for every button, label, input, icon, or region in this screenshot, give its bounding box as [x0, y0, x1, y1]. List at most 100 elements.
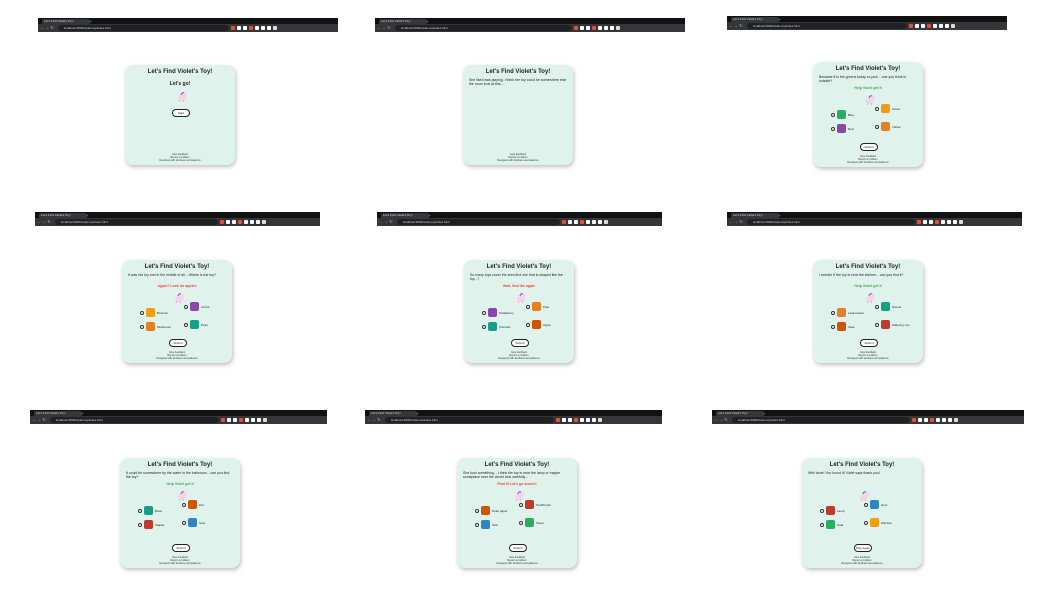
extension-icon[interactable]: [233, 418, 238, 422]
footer-link[interactable]: Designed with kindness and patience: [463, 159, 573, 162]
start-button[interactable]: Start: [172, 109, 190, 117]
extension-icon[interactable]: [951, 24, 955, 28]
submit-button[interactable]: Submit: [860, 143, 878, 151]
back-icon[interactable]: ←: [37, 219, 41, 225]
extension-icon[interactable]: [267, 26, 271, 30]
back-icon[interactable]: ←: [40, 25, 44, 31]
footer-link[interactable]: Designed with kindness and patience: [457, 562, 577, 565]
extension-icon[interactable]: [245, 418, 250, 422]
extension-icon[interactable]: [923, 418, 928, 422]
answer-radio[interactable]: [519, 502, 523, 507]
reload-icon[interactable]: ↻: [50, 25, 54, 31]
footer-link[interactable]: Designed with kindness and patience: [813, 357, 923, 360]
extension-icon[interactable]: [237, 220, 242, 224]
answer-option[interactable]: Red: [831, 124, 854, 133]
back-icon[interactable]: ←: [729, 23, 733, 29]
answer-radio[interactable]: [875, 322, 879, 327]
forward-icon[interactable]: →: [372, 417, 376, 423]
answer-radio[interactable]: [482, 310, 486, 315]
extension-icon[interactable]: [915, 24, 919, 28]
extension-icon[interactable]: [579, 220, 584, 224]
answer-option[interactable]: Shovel: [875, 302, 901, 311]
forward-icon[interactable]: →: [45, 25, 49, 31]
answer-option[interactable]: Lawnmower: [831, 308, 864, 317]
extension-icon[interactable]: [947, 220, 952, 224]
answer-option[interactable]: Door: [864, 500, 888, 509]
extension-icon[interactable]: [597, 220, 602, 224]
forward-icon[interactable]: →: [384, 219, 388, 225]
submit-button[interactable]: Submit: [511, 339, 529, 347]
reload-icon[interactable]: ↻: [739, 23, 743, 29]
submit-button[interactable]: Submit: [860, 339, 878, 347]
extension-icon[interactable]: [591, 220, 596, 224]
submit-button[interactable]: Submit: [509, 544, 527, 552]
answer-radio[interactable]: [184, 304, 188, 309]
answer-radio[interactable]: [831, 310, 835, 315]
footer-link[interactable]: Designed with kindness and patience: [122, 357, 232, 360]
url-input[interactable]: localhost:3000/violet-toy/index.html: [747, 219, 916, 225]
play-again-button[interactable]: Play again: [854, 544, 872, 552]
reload-icon[interactable]: ↻: [42, 417, 46, 423]
footer-link[interactable]: Designed with kindness and patience: [464, 357, 574, 360]
extension-icon[interactable]: [263, 418, 268, 422]
answer-option[interactable]: Broccoli: [140, 308, 168, 317]
answer-option[interactable]: Yellow: [875, 122, 901, 131]
forward-icon[interactable]: →: [734, 23, 738, 29]
answer-option[interactable]: Mushroom: [140, 322, 171, 331]
answer-option[interactable]: Peas: [184, 320, 208, 329]
url-input[interactable]: localhost:3000/violet-toy/index.html: [397, 219, 560, 225]
reload-icon[interactable]: ↻: [47, 219, 51, 225]
extension-icon[interactable]: [243, 26, 247, 30]
answer-radio[interactable]: [140, 310, 144, 315]
answer-option[interactable]: Glue: [182, 518, 205, 527]
extension-icon[interactable]: [255, 220, 260, 224]
answer-radio[interactable]: [875, 124, 879, 129]
back-icon[interactable]: ←: [377, 25, 381, 31]
extension-icon[interactable]: [933, 24, 937, 28]
extension-icon[interactable]: [568, 418, 573, 422]
extension-icon[interactable]: [251, 418, 256, 422]
back-icon[interactable]: ←: [714, 417, 718, 423]
extension-icon[interactable]: [597, 26, 602, 30]
extension-icon[interactable]: [615, 26, 620, 30]
answer-option[interactable]: Book: [138, 506, 162, 515]
extension-icon[interactable]: [603, 220, 608, 224]
answer-radio[interactable]: [138, 522, 142, 527]
extension-icon[interactable]: [935, 418, 940, 422]
extension-icon[interactable]: [592, 418, 597, 422]
answer-radio[interactable]: [138, 508, 142, 513]
extension-icon[interactable]: [921, 24, 925, 28]
answer-option[interactable]: Sofa: [820, 520, 843, 529]
back-icon[interactable]: ←: [379, 219, 383, 225]
extension-icon[interactable]: [562, 418, 567, 422]
extension-icon[interactable]: [231, 26, 235, 30]
reload-icon[interactable]: ↻: [377, 417, 381, 423]
extension-icon[interactable]: [567, 220, 572, 224]
answer-radio[interactable]: [475, 522, 479, 527]
extension-icon[interactable]: [261, 26, 265, 30]
extension-icon[interactable]: [959, 220, 964, 224]
extension-icon[interactable]: [273, 26, 277, 30]
extension-icon[interactable]: [261, 220, 266, 224]
extension-icon[interactable]: [609, 26, 614, 30]
answer-radio[interactable]: [831, 324, 835, 329]
footer-link[interactable]: Designed with kindness and patience: [813, 161, 923, 164]
extension-icon[interactable]: [574, 418, 579, 422]
extension-icon[interactable]: [947, 418, 952, 422]
answer-radio[interactable]: [875, 304, 879, 309]
answer-option[interactable]: Vase: [831, 322, 855, 331]
submit-button[interactable]: Submit: [172, 544, 190, 552]
extension-icon[interactable]: [243, 220, 248, 224]
answer-radio[interactable]: [875, 106, 879, 111]
forward-icon[interactable]: →: [382, 25, 386, 31]
url-input[interactable]: localhost:3000/violet-toy/index.html: [50, 417, 220, 423]
extension-icon[interactable]: [257, 418, 262, 422]
extension-icon[interactable]: [953, 418, 958, 422]
answer-option[interactable]: Sink: [475, 520, 498, 529]
answer-radio[interactable]: [526, 322, 530, 327]
extension-icon[interactable]: [591, 26, 596, 30]
answer-option[interactable]: Pear: [526, 302, 549, 311]
answer-option[interactable]: Towel: [519, 518, 544, 527]
answer-option[interactable]: Strawberry: [482, 308, 514, 317]
extension-icon[interactable]: [573, 26, 578, 30]
